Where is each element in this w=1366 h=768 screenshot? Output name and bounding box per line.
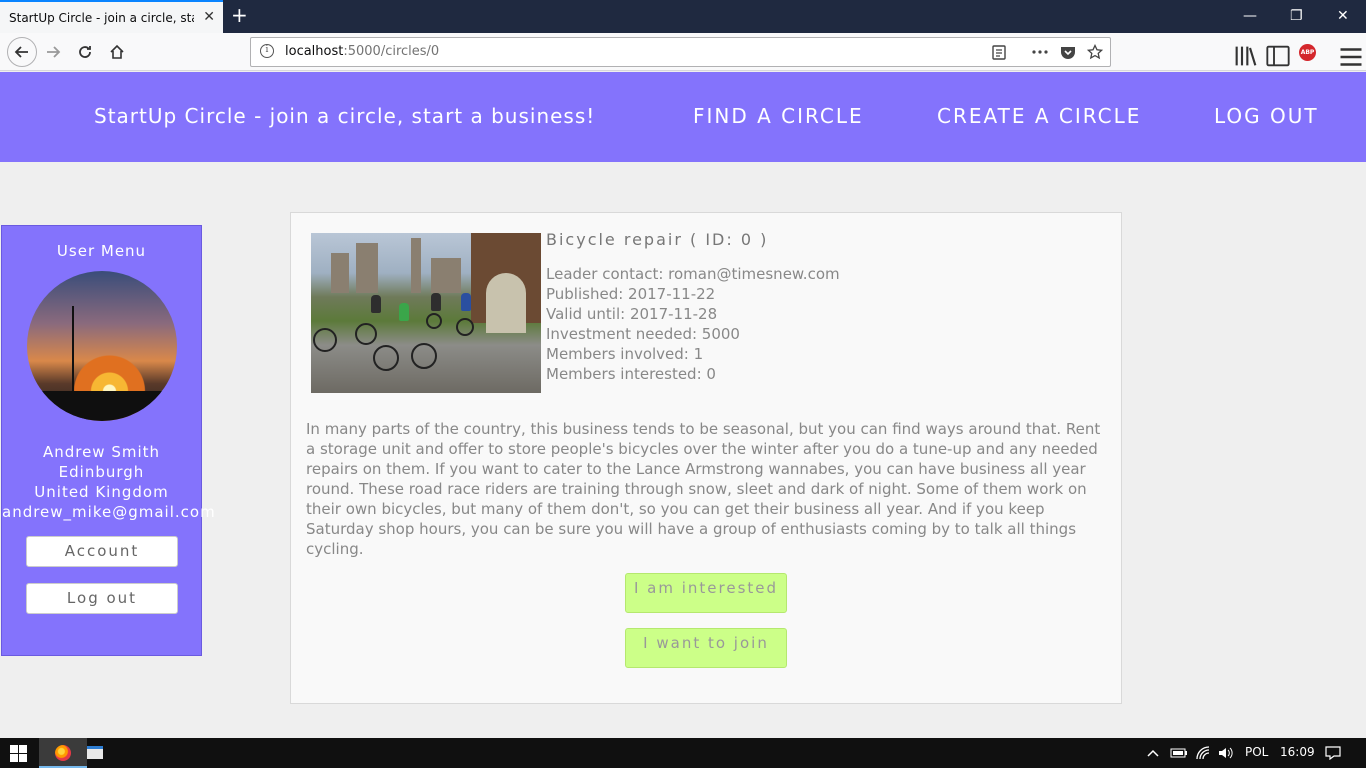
tray-language[interactable]: POL <box>1245 745 1268 759</box>
photo-cyclist <box>461 293 471 311</box>
user-country: United Kingdom <box>34 483 169 501</box>
published-date: Published: 2017-11-22 <box>546 285 716 303</box>
photo-wheel <box>456 318 474 336</box>
url-host: localhost <box>285 44 344 59</box>
wifi-icon[interactable] <box>1196 746 1210 760</box>
logout-button[interactable]: Log out <box>26 583 178 614</box>
new-tab-button[interactable]: + <box>231 5 248 25</box>
pocket-icon[interactable] <box>1060 45 1076 60</box>
volume-icon[interactable] <box>1218 746 1234 760</box>
nav-log-out[interactable]: LOG OUT <box>1214 104 1319 128</box>
interested-button[interactable]: I am interested <box>625 573 787 613</box>
tab-close-icon[interactable]: ✕ <box>203 9 215 25</box>
back-button[interactable] <box>7 37 37 67</box>
user-name: Andrew Smith <box>42 443 161 461</box>
user-email: andrew_mike@gmail.com <box>2 503 216 521</box>
windows-start-icon[interactable] <box>10 745 27 762</box>
photo-cyclist <box>399 303 409 321</box>
tray-clock[interactable]: 16:09 <box>1280 745 1315 759</box>
nav-create-circle[interactable]: CREATE A CIRCLE <box>937 104 1141 128</box>
members-interested: Members interested: 0 <box>546 365 716 383</box>
firefox-icon <box>55 745 71 761</box>
photo-building <box>331 253 349 293</box>
circle-description: In many parts of the country, this busin… <box>306 420 1101 558</box>
forward-arrow-icon <box>47 46 61 58</box>
photo-building <box>356 243 378 293</box>
reload-button[interactable] <box>73 40 97 64</box>
site-info-icon[interactable]: i <box>260 44 274 58</box>
photo-bridge-arch <box>486 273 526 333</box>
taskbar-explorer[interactable] <box>70 738 118 768</box>
leader-contact: Leader contact: roman@timesnew.com <box>546 265 840 283</box>
tray-chevron-up-icon[interactable] <box>1147 748 1159 758</box>
members-involved: Members involved: 1 <box>546 345 704 363</box>
valid-until: Valid until: 2017-11-28 <box>546 305 718 323</box>
account-button[interactable]: Account <box>26 536 178 567</box>
window-minimize-button[interactable]: — <box>1243 8 1257 24</box>
photo-tower <box>411 238 421 293</box>
window-restore-button[interactable]: ❐ <box>1290 8 1303 24</box>
photo-building <box>431 258 461 293</box>
photo-wheel <box>313 328 337 352</box>
sidebar-toggle-icon[interactable] <box>1266 44 1290 68</box>
site-brand[interactable]: StartUp Circle - join a circle, start a … <box>94 104 595 128</box>
window-close-button[interactable]: ✕ <box>1337 8 1349 24</box>
photo-wheel <box>426 313 442 329</box>
adblock-icon[interactable]: ABP <box>1299 44 1316 61</box>
photo-cyclist <box>431 293 441 311</box>
url-text: localhost:5000/circles/0 <box>285 44 439 59</box>
browser-toolbar: i localhost:5000/circles/0 ABP <box>0 33 1366 71</box>
site-header: StartUp Circle - join a circle, start a … <box>0 72 1366 162</box>
avatar-ground <box>27 391 177 421</box>
user-city: Edinburgh <box>58 463 145 481</box>
browser-tab[interactable]: StartUp Circle - join a circle, start a … <box>0 0 223 33</box>
browser-tab-bar: StartUp Circle - join a circle, start a … <box>0 0 1366 33</box>
circle-card: Bicycle repair ( ID: 0 ) Leader contact:… <box>290 212 1122 704</box>
photo-wheel <box>373 345 399 371</box>
library-icon[interactable] <box>1234 44 1258 68</box>
photo-wheel <box>355 323 377 345</box>
menu-hamburger-icon[interactable] <box>1339 45 1363 69</box>
window-app-icon <box>87 746 103 759</box>
user-menu-sidebar: User Menu Andrew Smith Edinburgh United … <box>1 225 216 656</box>
page-actions-icon[interactable] <box>1032 50 1048 54</box>
join-button[interactable]: I want to join <box>625 628 787 668</box>
home-icon <box>110 44 124 59</box>
windows-taskbar: POL 16:09 <box>0 738 1366 768</box>
photo-wheel <box>411 343 437 369</box>
investment-needed: Investment needed: 5000 <box>546 325 740 343</box>
photo-cyclist <box>371 295 381 313</box>
notifications-icon[interactable] <box>1325 746 1341 760</box>
battery-icon[interactable] <box>1170 748 1188 758</box>
back-arrow-icon <box>14 46 28 58</box>
avatar-lamp-post <box>72 306 74 396</box>
bookmark-star-icon[interactable] <box>1087 44 1103 60</box>
circle-title: Bicycle repair ( ID: 0 ) <box>546 230 769 249</box>
reader-view-icon[interactable] <box>992 45 1006 60</box>
nav-find-circle[interactable]: FIND A CIRCLE <box>693 104 864 128</box>
tab-title: StartUp Circle - join a circle, start a … <box>9 10 194 25</box>
circle-photo <box>311 233 541 393</box>
avatar <box>27 271 177 421</box>
url-bar[interactable]: i localhost:5000/circles/0 <box>250 37 1111 67</box>
url-path: :5000/circles/0 <box>343 44 440 59</box>
reload-icon <box>79 46 91 58</box>
forward-button[interactable] <box>41 40 65 64</box>
home-button[interactable] <box>105 40 129 64</box>
sidebar-title: User Menu <box>56 242 147 260</box>
